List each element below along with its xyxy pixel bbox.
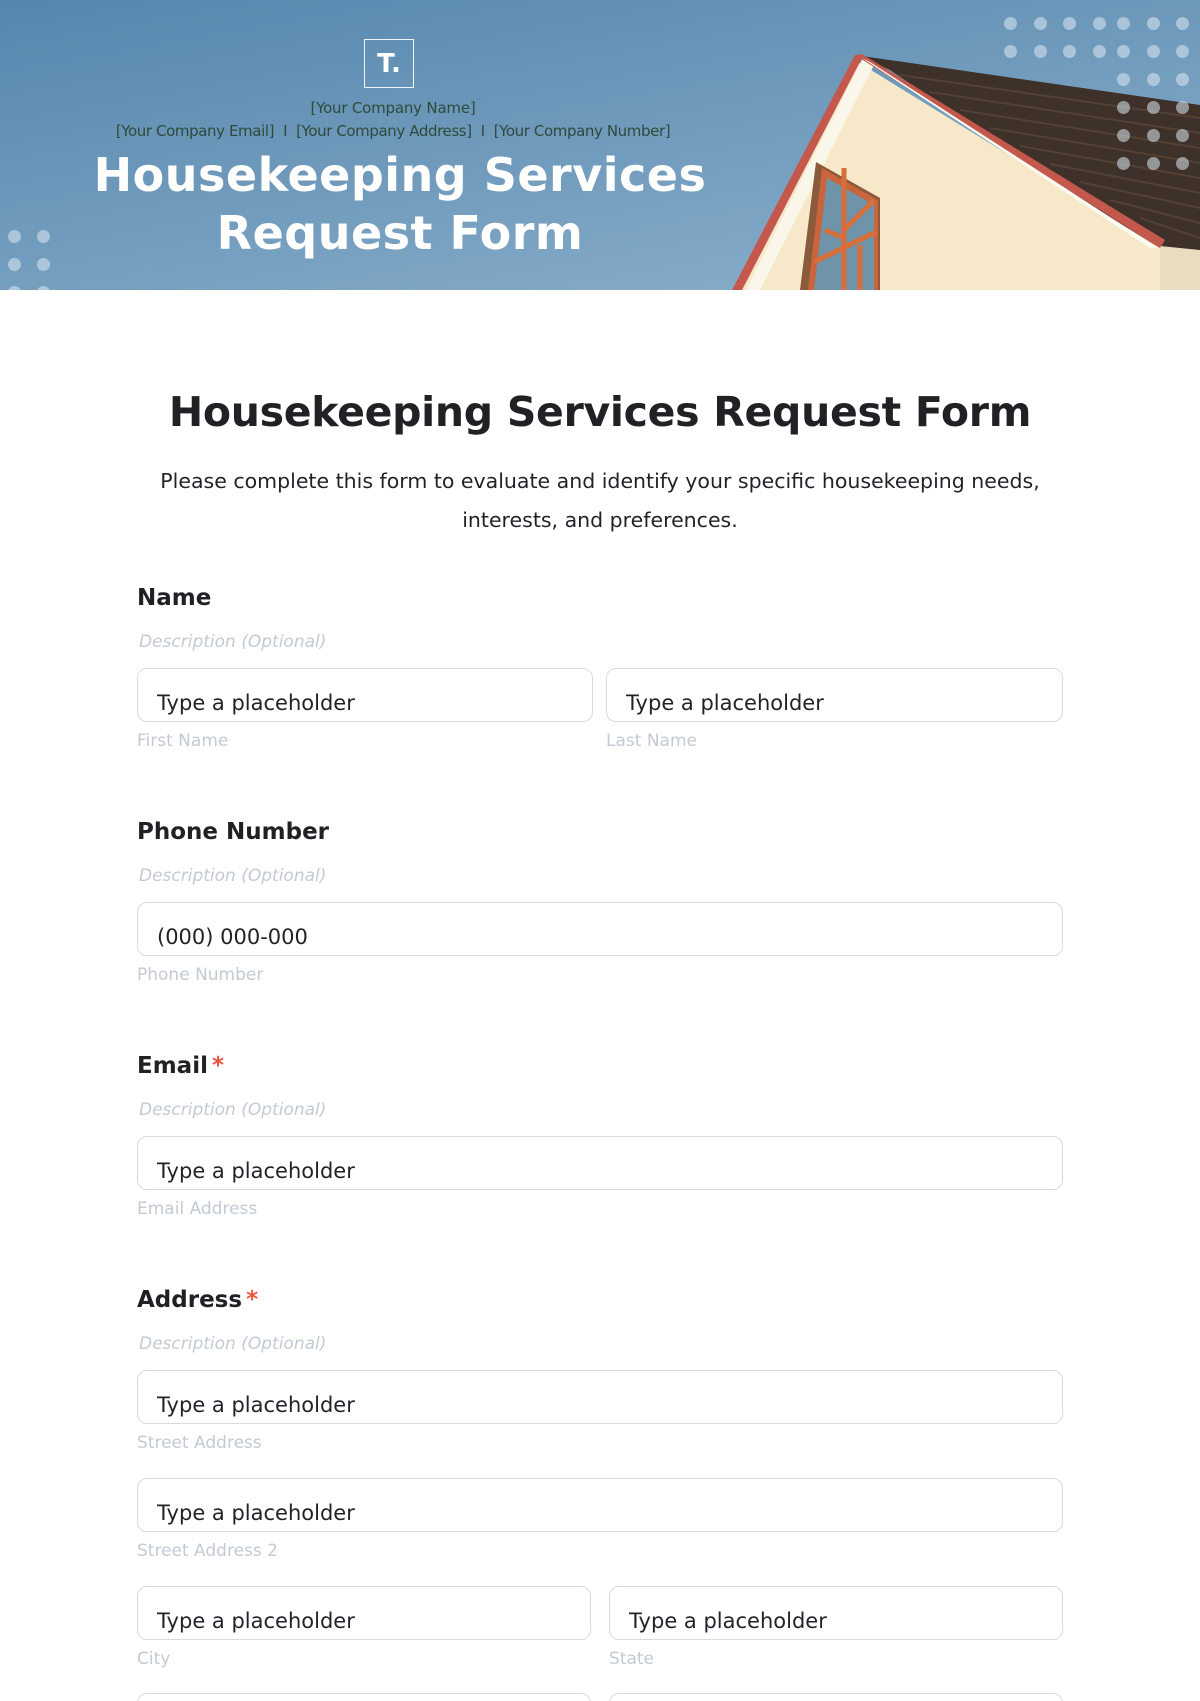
field-label-email: Email *	[137, 1053, 224, 1079]
field-label-phone: Phone Number	[137, 819, 330, 845]
last-name-input[interactable]	[606, 668, 1063, 722]
banner-title: Housekeeping Services Request Form	[0, 146, 800, 262]
field-description: Description (Optional)	[139, 866, 327, 886]
required-asterisk: *	[211, 1053, 224, 1079]
street-address-sublabel: Street Address	[137, 1433, 262, 1453]
city-input[interactable]	[137, 1586, 591, 1640]
form-title: Housekeeping Services Request Form	[168, 388, 1032, 436]
street-address-2-sublabel: Street Address 2	[137, 1541, 278, 1561]
company-name: [Your Company Name]	[310, 99, 476, 117]
street-address-2-input[interactable]	[137, 1478, 1063, 1532]
email-sublabel: Email Address	[137, 1199, 258, 1219]
logo-text: T.	[377, 48, 401, 79]
first-name-sublabel: First Name	[137, 731, 229, 751]
header-banner: T. [Your Company Name] [Your Company Ema…	[0, 0, 1200, 290]
field-description: Description (Optional)	[139, 1100, 327, 1120]
city-sublabel: City	[137, 1649, 171, 1669]
separator: I	[283, 122, 288, 140]
state-input[interactable]	[609, 1586, 1063, 1640]
field-description: Description (Optional)	[139, 632, 327, 652]
country-input-partial[interactable]	[609, 1693, 1063, 1701]
required-asterisk: *	[246, 1287, 259, 1313]
zip-input-partial[interactable]	[137, 1693, 591, 1701]
separator: I	[480, 122, 485, 140]
banner-title-line1: Housekeeping Services	[93, 148, 707, 202]
company-logo: T.	[364, 39, 414, 88]
house-photo	[732, 54, 1200, 290]
form-intro: Please complete this form to evaluate an…	[160, 469, 1040, 532]
street-address-input[interactable]	[137, 1370, 1063, 1424]
field-label-address: Address *	[137, 1287, 259, 1313]
first-name-input[interactable]	[137, 668, 593, 722]
field-description: Description (Optional)	[139, 1334, 327, 1354]
phone-number-input[interactable]	[137, 902, 1063, 956]
company-number: [Your Company Number]	[493, 122, 671, 140]
company-contact-line: [Your Company Email] I [Your Company Addre…	[0, 122, 786, 140]
phone-number-sublabel: Phone Number	[137, 965, 264, 985]
company-address: [Your Company Address]	[296, 122, 472, 140]
email-input[interactable]	[137, 1136, 1063, 1190]
field-label-name: Name	[137, 585, 212, 611]
company-email: [Your Company Email]	[115, 122, 275, 140]
last-name-sublabel: Last Name	[606, 731, 697, 751]
state-sublabel: State	[609, 1649, 654, 1669]
banner-title-line2: Request Form	[216, 206, 584, 260]
